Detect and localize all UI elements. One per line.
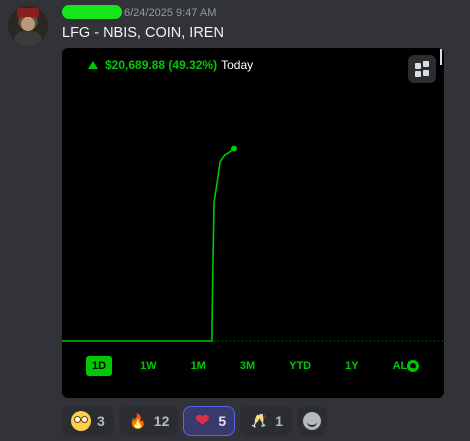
chart-last-point bbox=[231, 145, 237, 152]
reaction-count: 1 bbox=[275, 413, 283, 429]
avatar-cap bbox=[17, 8, 39, 17]
range-selector: 1D 1W 1M 3M YTD 1Y ALL bbox=[86, 356, 420, 376]
flushed-face-icon bbox=[71, 411, 91, 431]
range-button-3m[interactable]: 3M bbox=[234, 356, 261, 376]
reaction-fire[interactable]: 🔥 12 bbox=[118, 406, 179, 436]
portfolio-embed: $20,689.88 (49.32%) Today 1D 1W 1M 3M YTD 1Y A… bbox=[62, 48, 444, 398]
chart-series-line bbox=[62, 147, 235, 342]
reactions-bar: 3 🔥 12 ❤ 5 🥂 1 bbox=[62, 406, 327, 436]
chart-settings-icon[interactable] bbox=[407, 360, 419, 372]
reaction-count: 5 bbox=[218, 413, 227, 429]
range-button-1m[interactable]: 1M bbox=[185, 356, 212, 376]
reaction-count: 3 bbox=[97, 413, 105, 429]
red-heart-icon: ❤ bbox=[195, 411, 210, 430]
author-avatar[interactable] bbox=[8, 6, 48, 46]
reaction-heart[interactable]: ❤ 5 bbox=[183, 406, 236, 436]
reaction-clinking-glasses[interactable]: 🥂 1 bbox=[240, 406, 292, 436]
range-button-1y[interactable]: 1Y bbox=[339, 356, 364, 376]
reaction-flushed[interactable]: 3 bbox=[62, 406, 114, 436]
reaction-count: 12 bbox=[153, 413, 170, 429]
range-button-1w[interactable]: 1W bbox=[134, 356, 163, 376]
clinking-glasses-icon: 🥂 bbox=[251, 413, 268, 428]
add-reaction-button[interactable] bbox=[296, 406, 327, 436]
fire-icon: 🔥 bbox=[129, 412, 147, 429]
avatar-face bbox=[21, 17, 35, 31]
message-timestamp: 6/24/2025 9:47 AM bbox=[124, 7, 217, 19]
portfolio-line-chart bbox=[62, 145, 444, 342]
username-redacted[interactable] bbox=[62, 5, 122, 19]
range-button-1d[interactable]: 1D bbox=[86, 356, 113, 376]
message-text: LFG - NBIS, COIN, IREN bbox=[62, 25, 224, 41]
range-button-ytd[interactable]: YTD bbox=[283, 356, 317, 376]
add-reaction-smile-icon bbox=[302, 412, 321, 430]
avatar-body bbox=[14, 31, 42, 46]
